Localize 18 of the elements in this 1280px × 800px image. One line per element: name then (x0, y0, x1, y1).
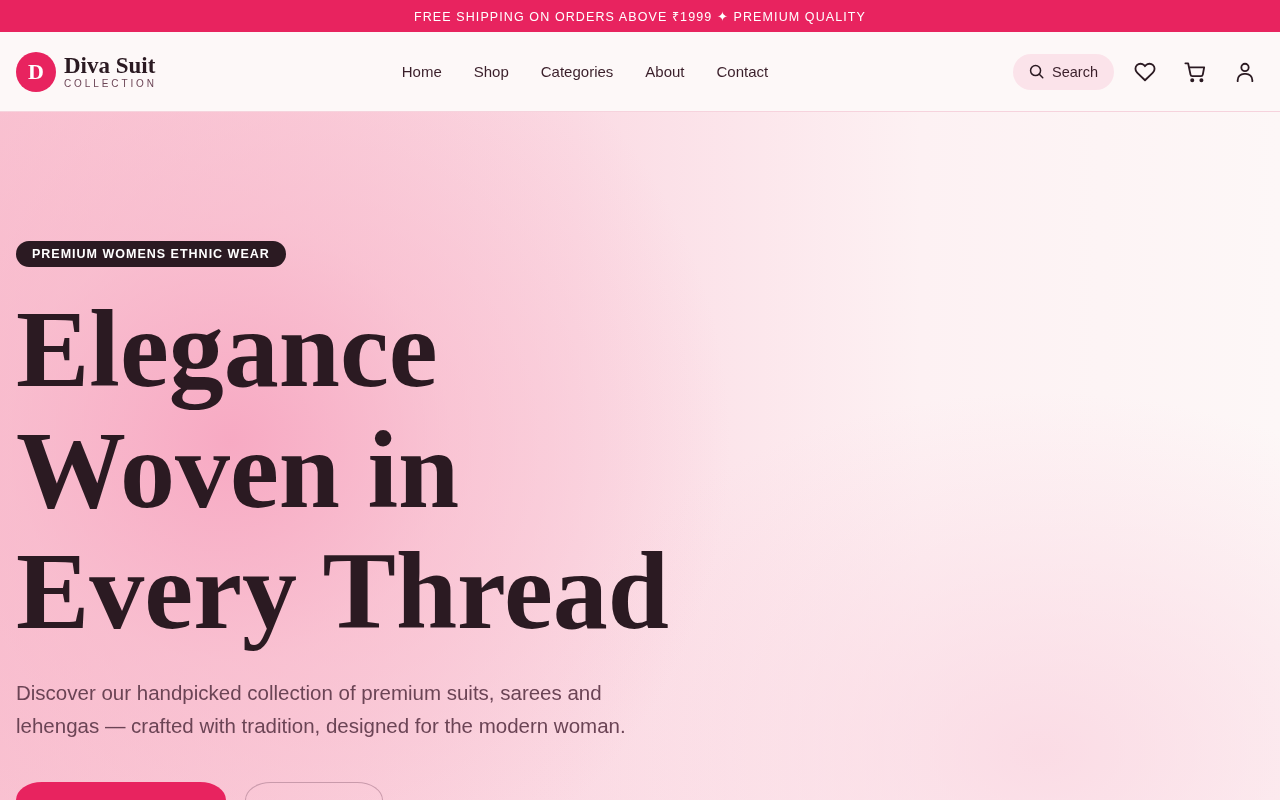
brand-name[interactable]: Diva Suit (64, 53, 157, 78)
nav-link[interactable]: Home (401, 63, 442, 80)
logo-mark[interactable]: D (16, 51, 56, 92)
hero-headline: Elegance Woven in Every Thread (16, 289, 670, 652)
brand-tagline: COLLECTION (64, 77, 157, 90)
heart-icon[interactable] (1134, 60, 1156, 83)
nav-link[interactable]: Shop (473, 63, 509, 80)
announcement-bar: FREE SHIPPING ON ORDERS ABOVE ₹1999 ✦ PREMIUM QUALITY (0, 0, 1280, 32)
search-button[interactable]: Search (1013, 53, 1114, 90)
search-icon (1029, 64, 1045, 79)
cart-icon[interactable] (1184, 60, 1206, 83)
hero-description: Discover our handpicked collection of premium suits, sarees and lehengas — crafted with tradition, designed for the modern woman. (16, 680, 627, 739)
category-badge: PREMIUM WOMENS ETHNIC WEAR (16, 241, 286, 267)
nav-link[interactable]: About (645, 63, 685, 80)
primary-button[interactable] (16, 782, 226, 800)
user-icon[interactable] (1234, 60, 1256, 83)
nav-link[interactable]: Categories (540, 63, 614, 80)
nav-link[interactable]: Contact (716, 63, 769, 80)
